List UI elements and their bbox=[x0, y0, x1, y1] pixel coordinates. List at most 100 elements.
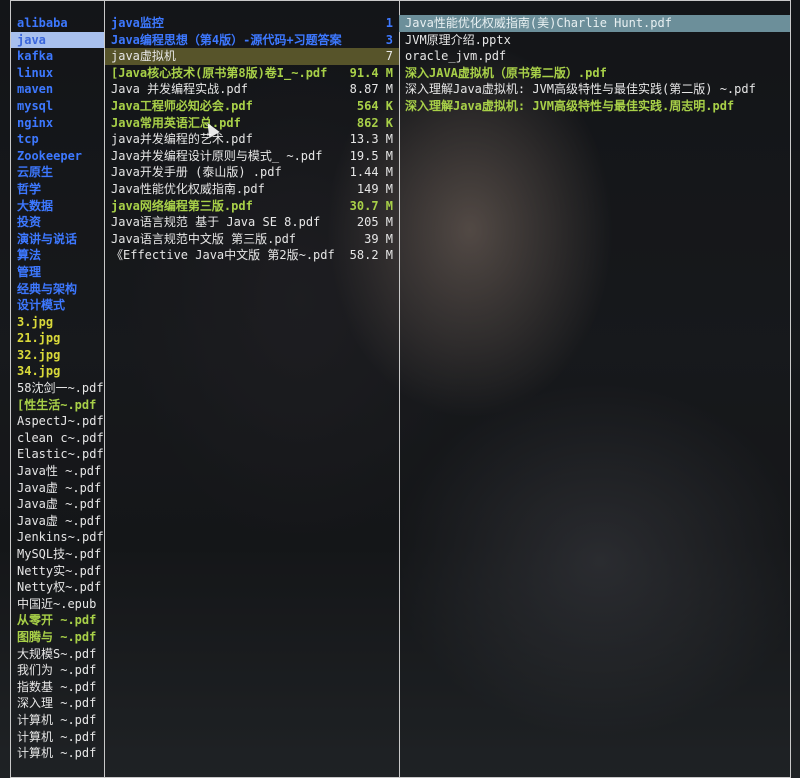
list-item[interactable]: 云原生 bbox=[11, 164, 105, 181]
list-item[interactable]: Netty实~.pdf bbox=[11, 563, 105, 580]
list-item[interactable]: 从零开 ~.pdf bbox=[11, 612, 105, 629]
list-item[interactable]: 深入理解Java虚拟机: JVM高级特性与最佳实践.周志明.pdf bbox=[399, 98, 790, 115]
selected-list-item[interactable]: java bbox=[11, 31, 105, 49]
list-item[interactable]: 大规模S~.pdf bbox=[11, 646, 105, 663]
list-item[interactable]: 管理 bbox=[11, 264, 105, 281]
list-item[interactable]: java并发编程的艺术.pdf 13.3 M bbox=[105, 131, 399, 148]
item-name: clean c~.pdf bbox=[17, 430, 104, 445]
list-item[interactable]: mysql bbox=[11, 98, 105, 115]
list-item[interactable]: clean c~.pdf bbox=[11, 430, 105, 447]
item-name: 哲学 bbox=[17, 181, 42, 196]
item-name: Java常用英语汇总.pdf bbox=[111, 115, 241, 130]
preview-directory-column[interactable]: Java性能优化权威指南(美)Charlie Hunt.pdf JVM原理介绍.p… bbox=[399, 0, 791, 778]
list-item[interactable]: Java语言规范中文版 第三版.pdf 39 M bbox=[105, 231, 399, 248]
item-name: Jenkins~.pdf bbox=[17, 530, 104, 545]
item-name: 深入理 ~.pdf bbox=[17, 696, 97, 711]
list-item[interactable]: Elastic~.pdf bbox=[11, 446, 105, 463]
item-name: java虚拟机 bbox=[111, 49, 176, 64]
list-item[interactable]: 中国近~.epub bbox=[11, 596, 105, 613]
list-item[interactable]: Java语言规范 基于 Java SE 8.pdf 205 M bbox=[105, 214, 399, 231]
list-item[interactable]: java网络编程第三版.pdf 30.7 M bbox=[105, 198, 399, 215]
list-item[interactable]: Netty权~.pdf bbox=[11, 579, 105, 596]
list-item[interactable]: alibaba bbox=[11, 15, 105, 32]
list-item[interactable]: linux bbox=[11, 65, 105, 82]
list-item[interactable]: AspectJ~.pdf bbox=[11, 413, 105, 430]
list-item[interactable]: maven bbox=[11, 81, 105, 98]
item-name: 21.jpg bbox=[17, 331, 61, 346]
item-name: 中国近~.epub bbox=[17, 596, 97, 611]
list-item[interactable]: Java并发编程设计原则与模式_ ~.pdf 19.5 M bbox=[105, 148, 399, 165]
list-item[interactable]: Java常用英语汇总.pdf 862 K bbox=[105, 115, 399, 132]
item-name: 3.jpg bbox=[17, 314, 54, 329]
item-name: 计算机 ~.pdf bbox=[17, 729, 97, 744]
item-name: Java工程师必知必会.pdf bbox=[111, 98, 253, 113]
list-item[interactable]: Java 并发编程实战.pdf 8.87 M bbox=[105, 81, 399, 98]
list-item[interactable]: Java虚 ~.pdf bbox=[11, 513, 105, 530]
list-item[interactable]: 图腾与 ~.pdf bbox=[11, 629, 105, 646]
list-item[interactable]: Java性 ~.pdf bbox=[11, 463, 105, 480]
list-item[interactable]: 3.jpg bbox=[11, 314, 105, 331]
list-item[interactable]: 深入理解Java虚拟机: JVM高级特性与最佳实践(第二版) ~.pdf bbox=[399, 81, 790, 98]
list-item[interactable]: 演讲与说话 bbox=[11, 231, 105, 248]
list-item[interactable]: Jenkins~.pdf bbox=[11, 529, 105, 546]
list-item[interactable]: java监控 1 bbox=[105, 15, 399, 32]
list-item[interactable]: [Java核心技术(原书第8版)卷I_~.pdf 91.4 M bbox=[105, 65, 399, 82]
list-item[interactable]: 32.jpg bbox=[11, 347, 105, 364]
list-item[interactable]: Zookeeper bbox=[11, 148, 105, 165]
item-size: 149 M bbox=[356, 181, 393, 196]
list-item[interactable]: JVM原理介绍.pptx bbox=[399, 32, 790, 49]
parent-directory-list: alibaba java kafka linux maven mysql nginx tcp Z… bbox=[11, 15, 105, 762]
list-item[interactable]: tcp bbox=[11, 131, 105, 148]
list-item[interactable]: 算法 bbox=[11, 247, 105, 264]
list-item[interactable]: Java虚 ~.pdf bbox=[11, 480, 105, 497]
list-item[interactable]: MySQL技~.pdf bbox=[11, 546, 105, 563]
item-name: Netty权~.pdf bbox=[17, 580, 102, 595]
selected-list-item[interactable]: Java性能优化权威指南(美)Charlie Hunt.pdf bbox=[399, 15, 790, 32]
item-size: 205 M bbox=[356, 215, 393, 230]
list-item[interactable]: 经典与架构 bbox=[11, 281, 105, 298]
list-item[interactable]: Java开发手册 (泰山版) .pdf 1.44 M bbox=[105, 164, 399, 181]
selected-list-item[interactable]: java虚拟机 7 bbox=[105, 48, 399, 65]
list-item[interactable]: Java工程师必知必会.pdf 564 K bbox=[105, 98, 399, 115]
item-name: 经典与架构 bbox=[17, 281, 78, 296]
list-item[interactable]: 设计模式 bbox=[11, 297, 105, 314]
current-directory-column[interactable]: java监控 1 Java编程思想（第4版）-源代码+习题答案 3 java虚拟机 7 [J… bbox=[104, 0, 400, 778]
list-item[interactable]: 21.jpg bbox=[11, 330, 105, 347]
list-item[interactable]: Java虚 ~.pdf bbox=[11, 496, 105, 513]
list-item[interactable]: Java性能优化权威指南.pdf 149 M bbox=[105, 181, 399, 198]
item-name: 计算机 ~.pdf bbox=[17, 712, 97, 727]
list-item[interactable]: [性生活~.pdf bbox=[11, 397, 105, 414]
list-item[interactable]: 我们为 ~.pdf bbox=[11, 662, 105, 679]
list-item[interactable]: kafka bbox=[11, 48, 105, 65]
list-item[interactable]: 哲学 bbox=[11, 181, 105, 198]
list-item[interactable]: 34.jpg bbox=[11, 363, 105, 380]
list-item[interactable]: 深入理 ~.pdf bbox=[11, 695, 105, 712]
list-item[interactable]: 《Effective Java中文版 第2版~.pdf 58.2 M bbox=[105, 247, 399, 264]
item-name: Java性能优化权威指南(美)Charlie Hunt.pdf bbox=[405, 16, 672, 30]
list-item[interactable]: oracle_jvm.pdf bbox=[399, 48, 790, 65]
item-size: 39 M bbox=[364, 231, 393, 246]
item-name: 管理 bbox=[17, 264, 42, 279]
item-name: linux bbox=[17, 65, 54, 80]
list-item[interactable]: 58沈剑一~.pdf bbox=[11, 380, 105, 397]
item-name: java网络编程第三版.pdf bbox=[111, 198, 253, 213]
list-item[interactable]: 投资 bbox=[11, 214, 105, 231]
item-name: java并发编程的艺术.pdf bbox=[111, 132, 253, 147]
item-size: 8.87 M bbox=[349, 82, 393, 97]
list-item[interactable]: Java编程思想（第4版）-源代码+习题答案 3 bbox=[105, 32, 399, 49]
item-name: Java并发编程设计原则与模式_ ~.pdf bbox=[111, 148, 323, 163]
list-item[interactable]: nginx bbox=[11, 115, 105, 132]
list-item[interactable]: 大数据 bbox=[11, 198, 105, 215]
item-name: 设计模式 bbox=[17, 298, 66, 313]
list-item[interactable]: 计算机 ~.pdf bbox=[11, 729, 105, 746]
item-size: 1 bbox=[385, 16, 393, 30]
list-item[interactable]: 计算机 ~.pdf bbox=[11, 712, 105, 729]
item-name: 深入理解Java虚拟机: JVM高级特性与最佳实践.周志明.pdf bbox=[405, 98, 735, 113]
item-size: 3 bbox=[385, 32, 393, 47]
list-item[interactable]: 指数基 ~.pdf bbox=[11, 679, 105, 696]
item-name: Java开发手册 (泰山版) .pdf bbox=[111, 165, 282, 180]
parent-directory-column[interactable]: alibaba java kafka linux maven mysql nginx tcp Z… bbox=[10, 0, 105, 778]
item-name: Java性 ~.pdf bbox=[17, 464, 102, 479]
list-item[interactable]: 深入JAVA虚拟机（原书第二版）.pdf bbox=[399, 65, 790, 82]
list-item[interactable]: 计算机 ~.pdf bbox=[11, 745, 105, 762]
